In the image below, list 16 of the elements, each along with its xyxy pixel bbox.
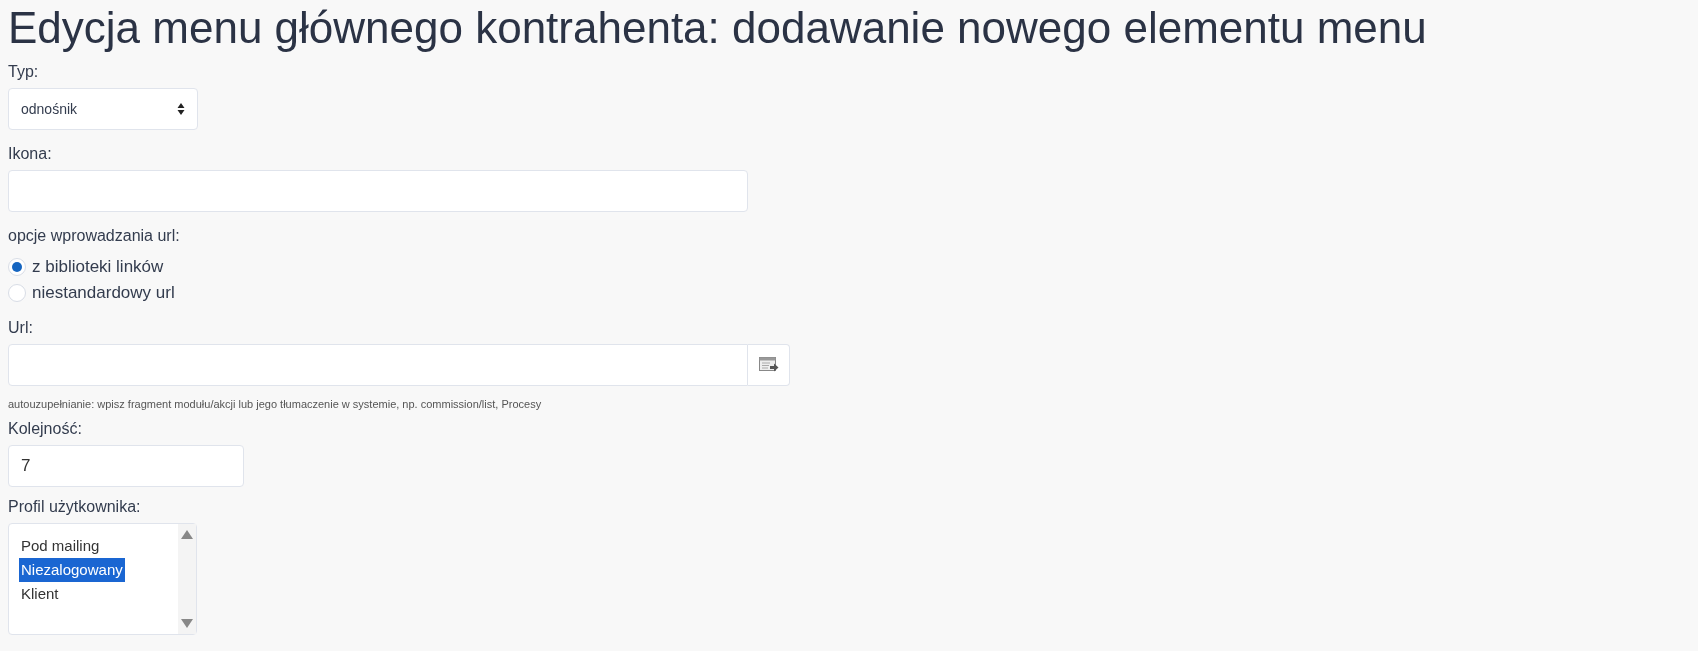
list-option[interactable]: Klient bbox=[19, 581, 61, 606]
page-title: Edycja menu głównego kontrahenta: dodawanie nowego elementu menu bbox=[8, 2, 1427, 54]
radio-option[interactable]: niestandardowy url bbox=[8, 282, 175, 304]
list-option[interactable]: Pod mailing bbox=[19, 533, 102, 558]
order-input[interactable]: 7 bbox=[8, 444, 244, 487]
radio-option[interactable]: z biblioteki linków bbox=[8, 256, 175, 278]
type-select[interactable]: odnośnik bbox=[8, 88, 198, 130]
field-label: Profil użytkownika: bbox=[8, 496, 141, 517]
field-label: Url: bbox=[8, 318, 33, 338]
hint-text: autouzupełnianie: wpisz fragment modułu/akcji lub jego tłumaczenie w systemie, np. commission/list, Procesy bbox=[8, 397, 542, 412]
list-option[interactable]: Niezalogowany bbox=[19, 557, 125, 582]
field-label: Typ: bbox=[8, 62, 39, 82]
field-label: Kolejność: bbox=[8, 418, 82, 439]
field-label: opcje wprowadzania url: bbox=[8, 226, 180, 246]
profile-listbox[interactable]: Pod mailing Niezalogowany Klient bbox=[8, 522, 197, 635]
field-label: Ikona: bbox=[8, 144, 52, 164]
